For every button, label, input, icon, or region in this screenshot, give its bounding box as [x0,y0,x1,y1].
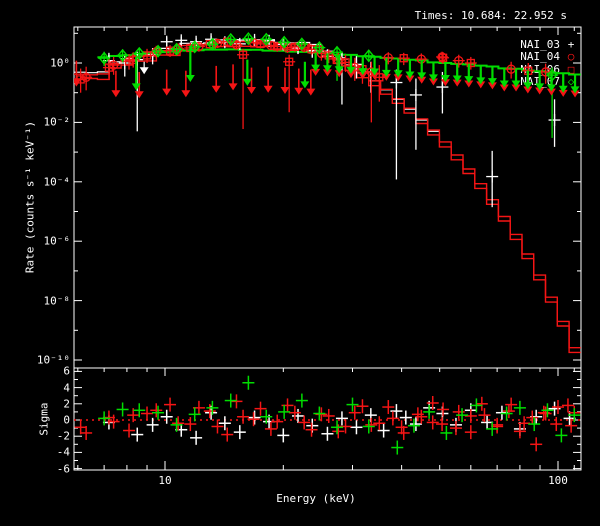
time-interval-title: Times: 10.684: 22.952 s [415,9,567,22]
sigma-points-nai07 [98,376,580,455]
spectrum-plot-canvas [0,0,600,526]
plot-frame [74,27,581,470]
upper-limit-arrows-white [140,62,149,74]
spectral-fit-window: Times: 10.684: 22.952 s NAI_03 + NAI_04 … [0,0,600,526]
